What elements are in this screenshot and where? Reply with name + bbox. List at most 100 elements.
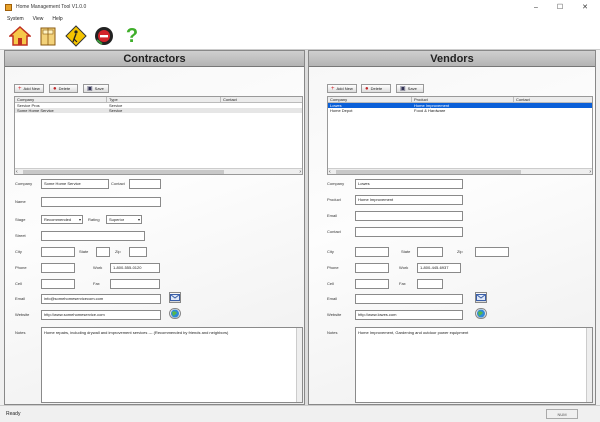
contractors-save-button[interactable]: ▣ Save: [83, 84, 109, 93]
scroll-left-icon[interactable]: ‹: [16, 169, 18, 175]
product-field[interactable]: Home Improvement: [355, 195, 463, 205]
company-field[interactable]: Lowes: [355, 179, 463, 189]
website-field[interactable]: http://www.lowes.com: [355, 310, 463, 320]
cell-product: Food & Hardware: [414, 108, 446, 113]
contact-label: Contact: [327, 229, 341, 234]
email2-label: Email: [327, 296, 338, 301]
email-field[interactable]: info@somehomeservicecom.com: [41, 294, 161, 304]
menu-view[interactable]: View: [33, 16, 44, 22]
fax-field[interactable]: [417, 279, 443, 289]
website-field[interactable]: http://www.somehomeservice.com: [41, 310, 161, 320]
vendors-button[interactable]: [92, 24, 116, 48]
contractors-grid: Company Type Contact Service Pros Servic…: [14, 96, 303, 175]
add-icon: +: [331, 85, 335, 92]
state-label: State: [401, 249, 411, 254]
minimize-button[interactable]: –: [525, 0, 547, 14]
city-label: City: [15, 249, 22, 254]
zip-field[interactable]: [129, 247, 147, 257]
city-label: City: [327, 249, 334, 254]
send-email-button[interactable]: [169, 292, 181, 303]
notes-scrollbar[interactable]: [586, 328, 592, 402]
add-label: Add New: [23, 86, 40, 91]
contact-field[interactable]: [129, 179, 161, 189]
company-label: Company: [15, 181, 33, 186]
email-field[interactable]: [355, 211, 463, 221]
scroll-left-icon[interactable]: ‹: [329, 169, 331, 175]
contractors-button[interactable]: [64, 24, 88, 48]
save-label: Save: [407, 86, 417, 91]
notes-label: Notes: [327, 330, 338, 335]
app-icon: [5, 3, 12, 11]
scroll-right-icon[interactable]: ›: [299, 169, 301, 175]
globe-icon: [171, 309, 179, 318]
title-bar: Home Management Tool V1.0.0 – ☐ ✕: [0, 0, 600, 14]
fax-field[interactable]: [110, 279, 160, 289]
menu-help[interactable]: Help: [52, 16, 62, 22]
notes-text: Home repairs, including drywall and impr…: [44, 330, 229, 335]
state-field[interactable]: [417, 247, 443, 257]
construction-sign-icon: [65, 25, 87, 47]
zip-field[interactable]: [475, 247, 509, 257]
notes-field[interactable]: Home repairs, including drywall and impr…: [41, 327, 303, 403]
name-label: Name: [15, 199, 26, 204]
work-label: Work: [399, 265, 409, 270]
table-row[interactable]: Some Home Service Service: [15, 108, 302, 113]
company-field[interactable]: Some Home Service: [41, 179, 109, 189]
cell-phone-field[interactable]: [41, 279, 75, 289]
email2-field[interactable]: [355, 294, 463, 304]
notes-field[interactable]: Home Improvement, Gardening and outdoor …: [355, 327, 593, 403]
num-lock-indicator: NUM: [546, 409, 578, 419]
vendors-delete-button[interactable]: ● Delete: [361, 84, 391, 93]
work-area: Contractors + Add New ● Delete ▣ Save Compa…: [4, 50, 596, 405]
contact-field[interactable]: [355, 227, 463, 237]
stage-label: Stage: [15, 217, 26, 222]
scroll-thumb[interactable]: [23, 170, 224, 174]
cell-company: Home Depot: [330, 108, 353, 113]
scroll-thumb[interactable]: [336, 170, 521, 174]
scroll-right-icon[interactable]: ›: [589, 169, 591, 175]
fax-label: Fax: [93, 281, 100, 286]
fax-label: Fax: [399, 281, 406, 286]
rating-select[interactable]: Superior ▾: [106, 215, 142, 224]
horizontal-scrollbar[interactable]: ‹ ›: [15, 168, 302, 175]
table-row[interactable]: Home Depot Food & Hardware: [328, 108, 592, 113]
work-label: Work: [93, 265, 103, 270]
home-button[interactable]: [8, 24, 32, 48]
rating-value: Superior: [109, 217, 125, 222]
city-field[interactable]: [355, 247, 389, 257]
work-phone-field[interactable]: 1-800-555-0120: [110, 263, 160, 273]
cell-phone-field[interactable]: [355, 279, 389, 289]
city-field[interactable]: [41, 247, 75, 257]
delete-label: Delete: [370, 86, 383, 91]
contractors-panel: Contractors + Add New ● Delete ▣ Save Compa…: [4, 50, 305, 405]
maximize-button[interactable]: ☐: [549, 0, 571, 14]
send-email-button[interactable]: [475, 292, 487, 303]
close-button[interactable]: ✕: [574, 0, 596, 14]
contractors-delete-button[interactable]: ● Delete: [49, 84, 78, 93]
menu-system[interactable]: System: [7, 16, 24, 22]
work-phone-field[interactable]: 1-800-445-6937: [417, 263, 461, 273]
phone-field[interactable]: [41, 263, 75, 273]
vendors-header: Vendors: [309, 51, 595, 67]
phone-field[interactable]: [355, 263, 389, 273]
contractors-add-button[interactable]: + Add New: [14, 84, 44, 93]
delete-icon: ●: [365, 85, 369, 92]
contacts-book-button[interactable]: [36, 24, 60, 48]
email-icon: [170, 294, 180, 301]
name-field[interactable]: [41, 197, 161, 207]
open-website-button[interactable]: [475, 308, 487, 319]
status-bar: Ready NUM: [0, 405, 600, 422]
state-field[interactable]: [96, 247, 110, 257]
stage-select[interactable]: Recommended ▾: [41, 215, 83, 224]
delete-icon: ●: [53, 85, 57, 92]
vendors-body: + Add New ● Delete ▣ Save Company Product C…: [309, 67, 595, 404]
open-website-button[interactable]: [169, 308, 181, 319]
horizontal-scrollbar[interactable]: ‹ ›: [328, 168, 592, 175]
vendors-add-button[interactable]: + Add New: [327, 84, 357, 93]
vendors-save-button[interactable]: ▣ Save: [396, 84, 424, 93]
rating-label: Rating: [88, 217, 100, 222]
street-field[interactable]: [41, 231, 145, 241]
notes-scrollbar[interactable]: [296, 328, 302, 402]
help-button[interactable]: ?: [120, 24, 144, 48]
save-icon: ▣: [400, 85, 406, 92]
